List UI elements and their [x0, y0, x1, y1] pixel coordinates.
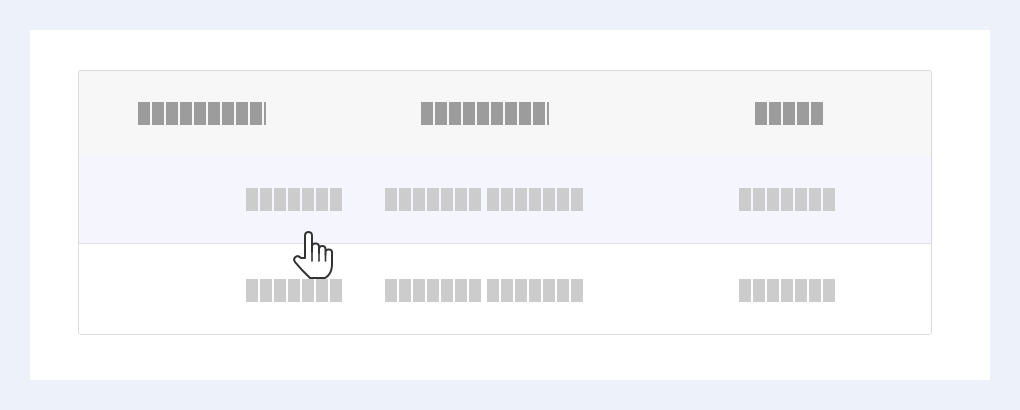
row-2-value-3: ███████ [739, 278, 837, 302]
row-1-cell-3: ███████ [646, 155, 931, 243]
header-cell-1[interactable]: █████████ [79, 71, 324, 155]
row-1-cell-2: ███████ ███████ [324, 155, 646, 243]
table-row[interactable]: ███████ ███████ ███████ ███████ [79, 155, 931, 244]
row-1-value-2a: ███████ [385, 187, 483, 211]
row-2-value-2b: ███████ [487, 278, 585, 302]
header-label-2: █████████ [421, 101, 549, 125]
row-2-value-2a: ███████ [385, 278, 483, 302]
content-panel: █████████ █████████ █████ ███████ ██████… [30, 30, 990, 380]
table-row[interactable]: ███████ ███████ ███████ ███████ [79, 244, 931, 334]
data-table: █████████ █████████ █████ ███████ ██████… [78, 70, 932, 335]
row-2-cell-2: ███████ ███████ [324, 244, 646, 334]
table-header-row: █████████ █████████ █████ [79, 71, 931, 156]
row-1-value-2b: ███████ [487, 187, 585, 211]
header-cell-3[interactable]: █████ [646, 71, 931, 155]
row-1-cell-1: ███████ [79, 155, 344, 243]
row-2-cell-1: ███████ [79, 244, 344, 334]
row-1-value-3: ███████ [739, 187, 837, 211]
row-2-cell-3: ███████ [646, 244, 931, 334]
header-cell-2[interactable]: █████████ [324, 71, 646, 155]
header-label-1: █████████ [137, 101, 266, 125]
header-label-3: █████ [754, 101, 825, 125]
